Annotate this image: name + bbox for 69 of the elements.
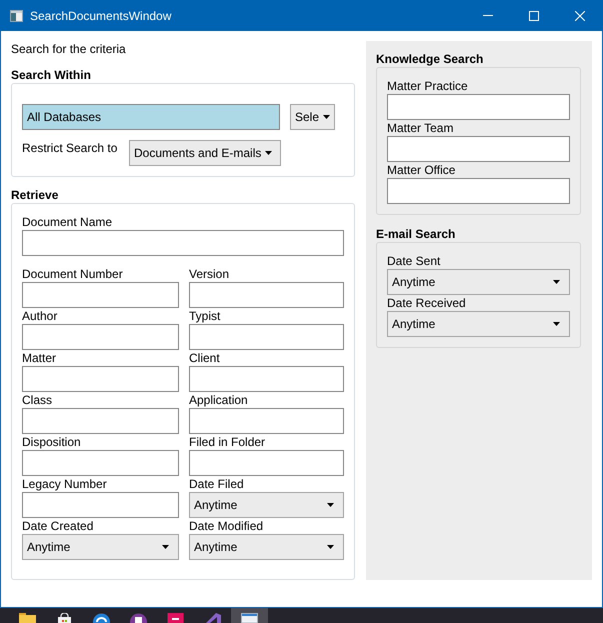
field-label: Matter Practice [387, 78, 468, 94]
caret-icon [553, 322, 560, 326]
ribbon-logo-icon[interactable] [204, 613, 221, 623]
text-field[interactable] [22, 408, 179, 434]
text-field[interactable] [189, 366, 344, 392]
text-field[interactable] [189, 408, 344, 434]
caret-icon [265, 151, 272, 155]
field-label: Typist [189, 308, 220, 324]
text-field[interactable] [22, 230, 344, 256]
ring-logo-icon[interactable] [93, 613, 110, 623]
field-label: Disposition [22, 434, 81, 450]
caret-icon [162, 545, 169, 549]
caret-icon [327, 503, 334, 507]
field-label: Date Created [22, 518, 94, 534]
field-label: Version [189, 266, 230, 282]
window-icon [10, 10, 23, 22]
field-label: Author [22, 308, 58, 324]
text-field[interactable] [387, 136, 570, 162]
caret-icon [327, 545, 334, 549]
field-label: Date Filed [189, 476, 244, 492]
close-icon [575, 10, 585, 20]
section-heading: E-mail Search [376, 226, 456, 242]
dropdown[interactable]: Anytime [387, 269, 570, 295]
round-logo-icon[interactable] [130, 613, 147, 623]
section-heading: Knowledge Search [376, 51, 484, 67]
dropdown[interactable]: Sele [290, 104, 335, 130]
section-heading: Retrieve [11, 187, 58, 203]
dropdown[interactable]: Anytime [22, 534, 179, 560]
text-field[interactable] [189, 324, 344, 350]
field-label: Date Modified [189, 518, 264, 534]
taskbar-button[interactable] [231, 608, 268, 623]
dropdown[interactable]: Documents and E-mails [129, 140, 281, 166]
maximize-icon [529, 10, 539, 20]
dropdown[interactable]: Anytime [189, 492, 344, 518]
text-field[interactable] [189, 450, 344, 476]
caret-icon [553, 280, 560, 284]
text-field[interactable] [387, 94, 570, 120]
field-label: Filed in Folder [189, 434, 266, 450]
field-label: Legacy Number [22, 476, 107, 492]
field-label: Matter [22, 350, 56, 366]
window-icon[interactable] [241, 613, 258, 623]
caret-icon [323, 115, 330, 119]
field-label: Date Sent [387, 253, 440, 269]
field-label: Class [22, 392, 52, 408]
intro-text: Search for the criteria [11, 41, 126, 57]
field-label: Document Number [22, 266, 123, 282]
text-field[interactable] [387, 178, 570, 204]
minimize-icon [483, 15, 493, 16]
field-label: Matter Team [387, 120, 454, 136]
square-logo-icon[interactable] [167, 613, 184, 623]
folder-icon[interactable] [19, 613, 36, 623]
section-heading: Search Within [11, 67, 91, 83]
field-label: Document Name [22, 214, 112, 230]
text-field[interactable] [22, 492, 179, 518]
database-field[interactable]: All Databases [22, 104, 280, 130]
text-field[interactable] [22, 366, 179, 392]
dropdown[interactable]: Anytime [189, 534, 344, 560]
field-label: Restrict Search to [22, 140, 118, 156]
text-field[interactable] [22, 450, 179, 476]
text-field[interactable] [22, 324, 179, 350]
dropdown[interactable]: Anytime [387, 311, 570, 337]
field-label: Date Received [387, 295, 466, 311]
text-field[interactable] [189, 282, 344, 308]
window-title: SearchDocumentsWindow [30, 8, 172, 24]
field-label: Application [189, 392, 248, 408]
field-label: Client [189, 350, 220, 366]
field-label: Matter Office [387, 162, 456, 178]
shopping-bag-icon[interactable] [56, 613, 73, 623]
text-field[interactable] [22, 282, 179, 308]
